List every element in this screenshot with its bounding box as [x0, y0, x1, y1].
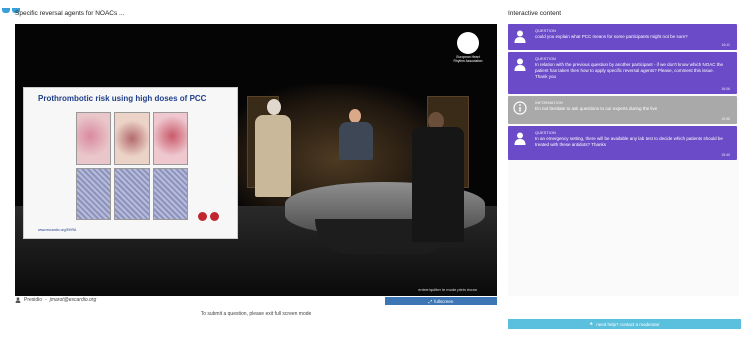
panel-title: Interactive content: [508, 10, 562, 17]
message-time: 16:06: [721, 87, 730, 91]
presenter-label: Presidio: [24, 297, 43, 303]
slide-title: Prothrombotic risk using high doses of P…: [38, 94, 207, 103]
message-text: Do not hesitate to ask questions to our …: [535, 106, 658, 111]
user-icon: [514, 132, 526, 145]
message-type-label: QUESTION: [535, 130, 556, 135]
slide-footer-url: www.escardio.org/EHRA: [38, 228, 77, 232]
top-strip: [0, 0, 741, 13]
slide-society-logos: [195, 208, 219, 226]
information-card: INFORMATION Do not hesitate to ask quest…: [508, 96, 737, 124]
help-button[interactable]: ★ need help? contact a moderator: [508, 319, 741, 329]
message-time: 16:11: [721, 43, 731, 47]
message-type-label: QUESTION: [535, 28, 556, 33]
slide-histology-grid: [76, 112, 188, 220]
user-icon: [15, 297, 21, 303]
fullscreen-label: fullscreen: [434, 298, 454, 304]
question-card: QUESTION could you explain what PCC mean…: [508, 24, 737, 50]
histology-image: [114, 167, 150, 220]
histology-image: [76, 112, 112, 165]
message-type-label: QUESTION: [535, 56, 556, 61]
presenter-separator: -: [45, 297, 47, 303]
video-title: Specific reversal agents for NOACs ...: [15, 10, 125, 17]
help-icon: ★: [589, 321, 594, 326]
presenter-email: jmarot@escardio.org: [49, 297, 97, 303]
submit-note: To submit a question, please exit full s…: [200, 311, 312, 317]
fullscreen-button[interactable]: ⤢ fullscreen: [385, 297, 497, 305]
message-time: 15:40: [721, 153, 730, 157]
presenter-info: Presidio - jmarot@escardio.org: [15, 297, 96, 303]
expand-icon: ⤢: [428, 298, 433, 304]
message-time: 15:56: [721, 117, 730, 121]
question-card: QUESTION In relation with the previous q…: [508, 52, 737, 94]
interactive-content-panel[interactable]: QUESTION could you explain what PCC mean…: [508, 24, 739, 296]
histology-image: [152, 167, 188, 220]
message-text: In an emergency setting, there will be a…: [535, 136, 723, 147]
message-type-label: INFORMATION: [535, 100, 563, 105]
presentation-slide: Prothrombotic risk using high doses of P…: [23, 87, 238, 239]
user-icon: [514, 58, 526, 71]
video-player[interactable]: Prothrombotic risk using high doses of P…: [15, 24, 497, 296]
question-card: QUESTION In an emergency setting, there …: [508, 126, 737, 160]
broadcast-logo-text: European Heart Rhythm Association: [453, 55, 483, 63]
message-text: could you explain what PCC means for som…: [535, 34, 688, 39]
message-text: In relation with the previous question b…: [535, 62, 723, 79]
heart-logo-icon: [457, 32, 479, 54]
histology-image: [114, 112, 150, 165]
info-icon: [513, 101, 527, 115]
broadcast-logo: European Heart Rhythm Association: [453, 32, 483, 63]
user-icon: [514, 30, 526, 43]
histology-image: [152, 112, 188, 165]
fullscreen-hint: entrer/quitter le mode plein écran: [418, 287, 477, 292]
help-label: need help? contact a moderator: [596, 321, 660, 327]
histology-image: [76, 167, 112, 220]
site-logo-fragment: [2, 0, 22, 13]
